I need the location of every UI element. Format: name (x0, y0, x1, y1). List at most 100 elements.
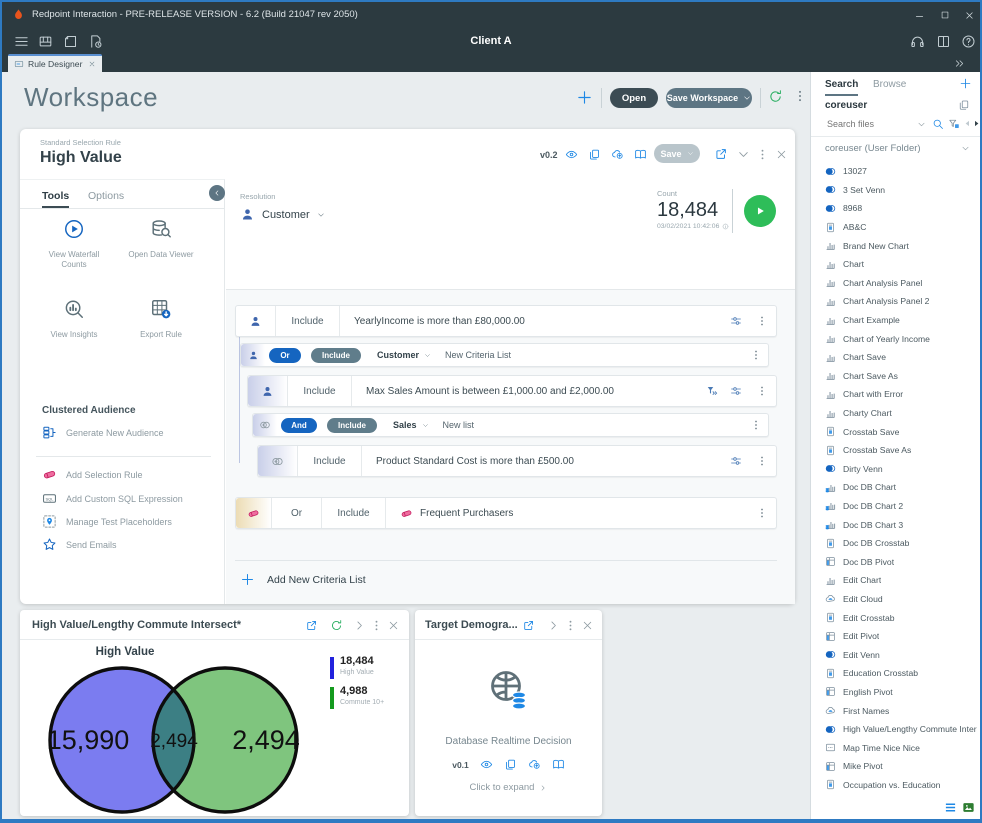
tab-tools[interactable]: Tools (42, 190, 69, 208)
list-item[interactable]: Crosstab Save As (825, 441, 977, 460)
filter-icon[interactable] (948, 118, 960, 130)
chevron-down-icon[interactable] (961, 144, 970, 153)
list-item[interactable]: Chart Save As (825, 367, 977, 386)
external-link-icon[interactable] (305, 619, 318, 632)
tab-search[interactable]: Search (825, 79, 858, 96)
kebab-menu-icon[interactable] (750, 349, 762, 361)
list-item[interactable]: Edit Cloud (825, 590, 977, 609)
criteria-row[interactable]: Include YearlyIncome is more than £80,00… (235, 305, 777, 337)
list-item[interactable]: Chart (825, 255, 977, 274)
close-window-button[interactable] (958, 7, 980, 23)
close-panel-icon[interactable] (387, 619, 400, 632)
refresh-icon[interactable] (768, 89, 783, 104)
tab-rule-designer[interactable]: Rule Designer (8, 54, 102, 72)
tab-options[interactable]: Options (88, 190, 124, 202)
criteria-group-header[interactable]: And Include Sales New list (252, 413, 769, 437)
group-resolution[interactable]: Customer (377, 350, 419, 360)
run-count-button[interactable] (744, 195, 776, 227)
chevron-right-icon[interactable] (547, 619, 560, 632)
kebab-menu-icon[interactable] (756, 455, 768, 467)
criteria-group-header[interactable]: Or Include Customer New Criteria List (240, 343, 769, 367)
manage-test-placeholders-link[interactable]: Manage Test Placeholders (42, 514, 172, 529)
workspace-menu-icon[interactable] (793, 89, 807, 103)
external-link-icon[interactable] (522, 619, 535, 632)
save-rule-button[interactable]: Save (654, 144, 700, 163)
list-item[interactable]: Edit Crosstab (825, 608, 977, 627)
include-pill[interactable]: Include (311, 348, 361, 363)
chevron-right-icon[interactable] (353, 619, 366, 632)
resolution-select[interactable]: Customer (240, 207, 325, 222)
list-item[interactable]: Chart with Error (825, 385, 977, 404)
list-item[interactable]: Chart Analysis Panel 2 (825, 292, 977, 311)
criteria-row[interactable]: Include Product Standard Cost is more th… (257, 445, 777, 477)
list-item[interactable]: Chart Example (825, 311, 977, 330)
list-item[interactable]: Doc DB Pivot (825, 552, 977, 571)
view-waterfall-counts-button[interactable]: View Waterfall Counts (35, 218, 113, 271)
save-workspace-button[interactable]: Save Workspace (666, 88, 752, 108)
operator-pill[interactable]: Or (269, 348, 301, 363)
search-icon[interactable] (932, 118, 944, 130)
list-item[interactable]: 3 Set Venn (825, 181, 977, 200)
close-panel-icon[interactable] (581, 619, 594, 632)
kebab-menu-icon[interactable] (370, 619, 383, 632)
sliders-icon[interactable] (730, 385, 742, 397)
list-item[interactable]: High Value/Lengthy Commute Intersect (825, 720, 977, 739)
click-to-expand[interactable]: Click to expand (415, 782, 602, 793)
sliders-icon[interactable] (730, 455, 742, 467)
list-item[interactable]: Edit Venn (825, 645, 977, 664)
group-name[interactable]: New Criteria List (445, 350, 511, 360)
book-icon[interactable] (936, 34, 951, 49)
list-item[interactable]: 8968 (825, 199, 977, 218)
kebab-menu-icon[interactable] (756, 385, 768, 397)
kebab-menu-icon[interactable] (756, 315, 768, 327)
sliders-icon[interactable] (730, 315, 742, 327)
minimize-button[interactable] (908, 7, 930, 23)
copy-icon[interactable] (588, 148, 601, 161)
kebab-menu-icon[interactable] (756, 507, 768, 519)
operator-pill[interactable]: And (281, 418, 317, 433)
list-item[interactable]: Dirty Venn (825, 460, 977, 479)
list-item[interactable]: AB&C (825, 218, 977, 237)
criteria-row[interactable]: Include Max Sales Amount is between £1,0… (247, 375, 777, 407)
generate-new-audience-link[interactable]: Generate New Audience (42, 425, 164, 440)
send-emails-link[interactable]: Send Emails (42, 537, 117, 552)
list-item[interactable]: Brand New Chart (825, 236, 977, 255)
external-link-icon[interactable] (714, 147, 728, 161)
list-view-icon[interactable] (944, 801, 957, 814)
eye-icon[interactable] (480, 758, 493, 771)
close-card-icon[interactable] (775, 148, 788, 161)
list-item[interactable]: Doc DB Chart (825, 478, 977, 497)
add-new-criteria-list-button[interactable]: Add New Criteria List (240, 572, 366, 587)
list-item[interactable]: Mike Pivot (825, 757, 977, 776)
list-item[interactable]: Edit Pivot (825, 627, 977, 646)
search-files-input[interactable] (825, 118, 913, 130)
export-rule-button[interactable]: Export Rule (122, 298, 200, 340)
page-prev-icon[interactable] (963, 119, 972, 128)
book-open-icon[interactable] (634, 148, 647, 161)
list-item[interactable]: Charty Chart (825, 404, 977, 423)
list-item[interactable]: English Pivot (825, 683, 977, 702)
list-item[interactable]: Chart Analysis Panel (825, 274, 977, 293)
add-custom-sql-link[interactable]: SQL Add Custom SQL Expression (42, 491, 183, 506)
group-name[interactable]: New list (443, 420, 475, 430)
venn-diagram[interactable]: 15,990 2,494 2,494 (28, 644, 328, 814)
copy-icon[interactable] (504, 758, 517, 771)
book-open-icon[interactable] (552, 758, 565, 771)
add-file-icon[interactable] (959, 77, 972, 90)
maximize-button[interactable] (934, 7, 956, 23)
kebab-menu-icon[interactable] (756, 148, 769, 161)
list-item[interactable]: Chart Save (825, 348, 977, 367)
open-data-viewer-button[interactable]: Open Data Viewer (122, 218, 200, 260)
list-item[interactable]: First Names (825, 701, 977, 720)
kebab-menu-icon[interactable] (750, 419, 762, 431)
copy-icon[interactable] (958, 99, 970, 111)
collapse-card-icon[interactable] (737, 148, 750, 161)
add-selection-rule-link[interactable]: Add Selection Rule (42, 467, 143, 482)
headphones-icon[interactable] (910, 34, 925, 49)
publish-icon[interactable] (611, 148, 624, 161)
thumbnail-view-icon[interactable] (962, 801, 975, 814)
include-pill[interactable]: Include (327, 418, 377, 433)
tab-close-icon[interactable] (88, 60, 96, 68)
publish-icon[interactable] (528, 758, 541, 771)
refresh-icon[interactable] (330, 619, 343, 632)
